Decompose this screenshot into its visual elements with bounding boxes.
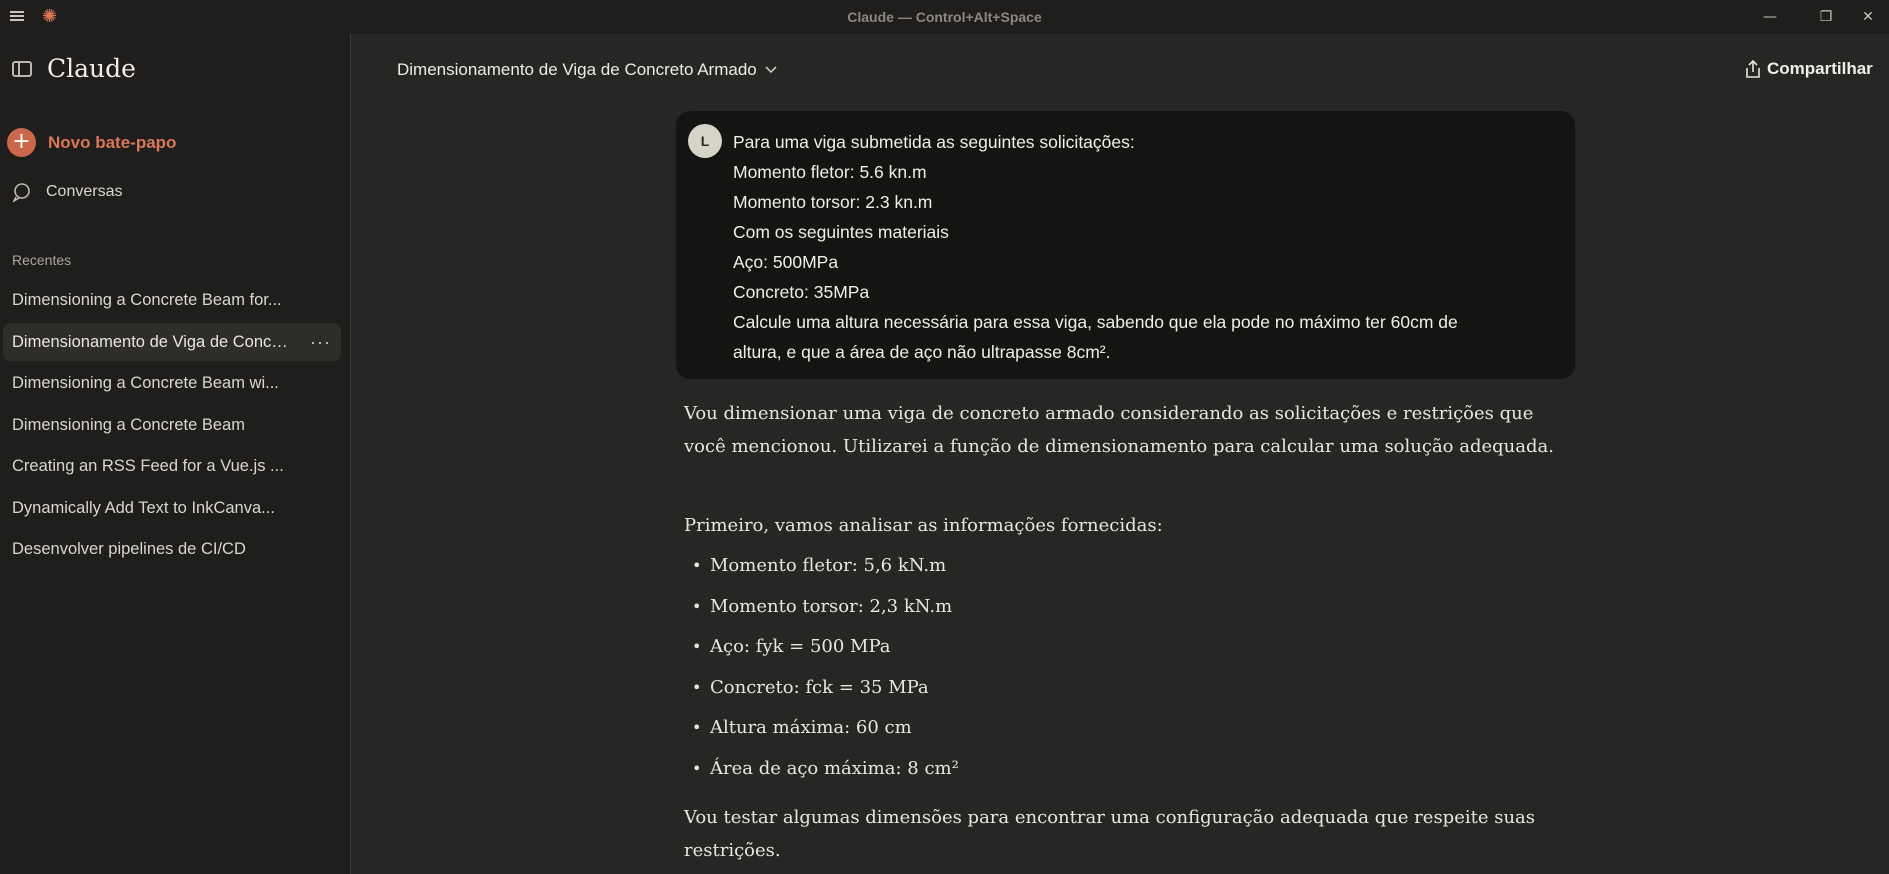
recent-item[interactable]: Creating an RSS Feed for a Vue.js ... (3, 447, 341, 485)
minimize-button[interactable]: — (1747, 0, 1793, 34)
assistant-bullet-list: Momento fletor: 5,6 kN.m Momento torsor:… (684, 549, 1564, 792)
brand-title: Claude (47, 54, 136, 83)
plus-icon: + (7, 128, 36, 157)
new-chat-label: Novo bate-papo (48, 132, 177, 152)
close-button[interactable]: ✕ (1845, 0, 1889, 34)
recent-item[interactable]: Dimensioning a Concrete Beam (3, 406, 341, 444)
recent-item[interactable]: Desenvolver pipelines de CI/CD (3, 530, 341, 568)
user-message-line: Aço: 500MPa (733, 252, 839, 272)
recent-list: Dimensioning a Concrete Beam for... Dime… (3, 281, 341, 572)
assistant-paragraph: Vou dimensionar uma viga de concreto arm… (684, 403, 1554, 457)
user-message-line: Momento torsor: 2.3 kn.m (733, 192, 933, 212)
conversation-title-dropdown[interactable]: Dimensionamento de Viga de Concreto Arma… (397, 60, 777, 80)
conversations-link[interactable]: Conversas (12, 182, 123, 204)
more-options-icon[interactable]: ··· (310, 323, 331, 361)
list-item: Aço: fyk = 500 MPa (684, 630, 1564, 671)
sidebar: Claude + Novo bate-papo Conversas Recent… (0, 34, 351, 874)
maximize-button[interactable]: ❐ (1803, 0, 1849, 34)
title-bar: ✺ Claude — Control+Alt+Space — ❐ ✕ (0, 0, 1889, 34)
user-message-line: Para uma viga submetida as seguintes sol… (733, 132, 1135, 152)
recent-item-label: Dimensionamento de Viga de Concreto Arma… (12, 332, 341, 351)
conversations-label: Conversas (46, 183, 123, 200)
chat-bubble-icon (12, 182, 32, 204)
user-message-line: Momento fletor: 5.6 kn.m (733, 162, 927, 182)
recent-item[interactable]: Dynamically Add Text to InkCanva... (3, 489, 341, 527)
recent-item-active[interactable]: Dimensionamento de Viga de Concreto Arma… (3, 322, 341, 361)
user-message-line: Com os seguintes materiais (733, 222, 949, 242)
window-title: Claude — Control+Alt+Space (847, 9, 1042, 25)
new-chat-button[interactable]: + Novo bate-papo (7, 128, 176, 157)
assistant-paragraph: Primeiro, vamos analisar as informações … (684, 515, 1163, 536)
recent-item[interactable]: Dimensioning a Concrete Beam wi... (3, 364, 341, 402)
share-button[interactable]: Compartilhar (1744, 59, 1873, 79)
share-label: Compartilhar (1767, 59, 1873, 78)
user-message: L Para uma viga submetida as seguintes s… (676, 111, 1575, 379)
list-item: Altura máxima: 60 cm (684, 711, 1564, 752)
user-message-line: Calcule uma altura necessária para essa … (733, 312, 1458, 332)
user-message-line: Concreto: 35MPa (733, 282, 870, 302)
avatar: L (688, 124, 722, 158)
assistant-paragraph: Vou testar algumas dimensões para encont… (684, 807, 1536, 861)
recents-heading: Recentes (12, 252, 72, 268)
list-item: Momento fletor: 5,6 kN.m (684, 549, 1564, 590)
sidebar-toggle-icon[interactable] (12, 61, 32, 77)
conversation-title: Dimensionamento de Viga de Concreto Arma… (397, 60, 757, 79)
user-message-text: Para uma viga submetida as seguintes sol… (733, 127, 1563, 367)
list-item: Concreto: fck = 35 MPa (684, 671, 1564, 712)
user-message-line: altura, e que a área de aço não ultrapas… (733, 342, 1111, 362)
recent-item[interactable]: Dimensioning a Concrete Beam for... (3, 281, 341, 319)
chevron-down-icon (765, 63, 777, 77)
list-item: Área de aço máxima: 8 cm² (684, 752, 1564, 793)
list-item: Momento torsor: 2,3 kN.m (684, 590, 1564, 631)
share-icon (1744, 59, 1762, 79)
